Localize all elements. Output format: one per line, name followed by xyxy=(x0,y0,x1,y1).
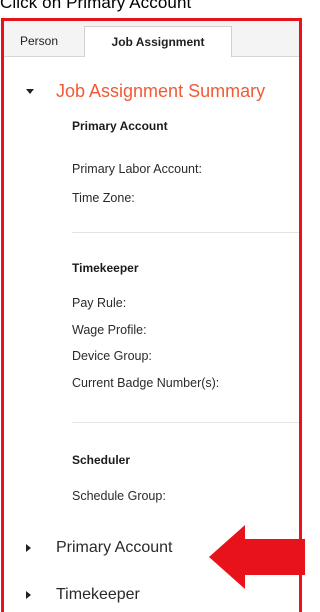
instruction-text: Click on Primary Account xyxy=(0,0,192,12)
schedule-group-label: Schedule Group: xyxy=(72,489,166,503)
section-divider xyxy=(72,422,299,423)
scheduler-heading: Scheduler xyxy=(72,453,131,467)
time-zone-label: Time Zone: xyxy=(72,191,135,205)
caret-right-icon xyxy=(26,591,31,599)
primary-account-heading: Primary Account xyxy=(72,119,168,133)
primary-account-label: Primary Account xyxy=(56,539,173,556)
summary-title: Job Assignment Summary xyxy=(56,81,266,101)
tab-person[interactable]: Person xyxy=(6,26,72,56)
red-arrow-icon xyxy=(209,525,305,589)
tab-job-assignment[interactable]: Job Assignment xyxy=(84,26,232,57)
wage-profile-label: Wage Profile: xyxy=(72,323,147,337)
pay-rule-label: Pay Rule: xyxy=(72,296,127,310)
current-badge-numbers-label: Current Badge Number(s): xyxy=(72,376,220,390)
timekeeper-heading: Timekeeper xyxy=(72,261,139,275)
screenshot-stage: Click on Primary Account Person Job Assi… xyxy=(0,0,307,612)
tab-bar: Person Job Assignment xyxy=(4,21,299,57)
primary-labor-account-label: Primary Labor Account: xyxy=(72,162,202,176)
timekeeper-section-toggle[interactable]: Timekeeper xyxy=(26,586,140,604)
caret-right-icon xyxy=(26,544,31,552)
device-group-label: Device Group: xyxy=(72,349,152,363)
job-assignment-summary-toggle[interactable]: Job Assignment Summary xyxy=(26,81,265,102)
primary-account-section-toggle[interactable]: Primary Account xyxy=(26,539,172,557)
caret-down-icon xyxy=(26,89,34,94)
job-assignment-panel: Person Job Assignment Job Assignment Sum… xyxy=(1,18,302,612)
timekeeper-label: Timekeeper xyxy=(56,586,140,603)
section-divider xyxy=(72,232,299,233)
